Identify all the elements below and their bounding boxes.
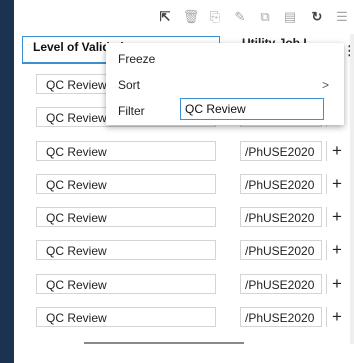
list-icon[interactable]: ☰ <box>334 8 350 24</box>
add-button[interactable]: + <box>326 141 347 161</box>
grid-panel: ⇱ 🗑 ⎘ ✎ ⧉ ▤ ↻ ☰ Level of Validation Util… <box>14 0 354 363</box>
delete-icon[interactable]: 🗑 <box>183 8 200 24</box>
toolbar: ⇱ 🗑 ⎘ ✎ ⧉ ▤ ↻ ☰ <box>14 0 354 32</box>
level-cell[interactable]: QC Review <box>36 174 216 194</box>
level-cell[interactable]: QC Review <box>36 207 216 227</box>
duplicate-icon[interactable]: ⧉ <box>257 8 273 24</box>
table-row: QC Review /PhUSE2020 + <box>14 304 354 330</box>
export-icon[interactable]: ⇱ <box>157 8 173 24</box>
level-cell[interactable]: QC Review <box>36 240 216 260</box>
menu-item-freeze[interactable]: Freeze <box>118 52 155 66</box>
add-button[interactable]: + <box>326 207 347 227</box>
table-row: QC Review /PhUSE2020 + <box>14 237 354 263</box>
path-cell[interactable]: /PhUSE2020 <box>240 307 322 327</box>
copy-icon[interactable]: ⎘ <box>207 8 223 24</box>
level-cell[interactable]: QC Review <box>36 141 216 161</box>
path-cell[interactable]: /PhUSE2020 <box>240 207 322 227</box>
table-row: QC Review /PhUSE2020 + <box>14 271 354 297</box>
vertical-scrollbar[interactable] <box>350 34 354 344</box>
level-cell[interactable]: QC Review <box>36 307 216 327</box>
chevron-right-icon: > <box>322 78 330 92</box>
path-cell[interactable]: /PhUSE2020 <box>240 174 322 194</box>
path-cell[interactable]: /PhUSE2020 <box>240 141 322 161</box>
menu-item-filter: Filter <box>118 104 145 118</box>
add-button[interactable]: + <box>326 174 347 194</box>
menu-item-sort[interactable]: Sort <box>118 78 140 92</box>
add-button[interactable]: + <box>326 240 347 260</box>
add-button[interactable]: + <box>326 274 347 294</box>
horizontal-scrollbar[interactable] <box>84 342 244 344</box>
filter-input[interactable] <box>180 98 324 120</box>
level-cell[interactable]: QC Review <box>36 274 216 294</box>
add-button[interactable]: + <box>326 307 347 327</box>
clipboard-icon[interactable]: ▤ <box>282 8 298 24</box>
column-context-menu: Freeze Sort > Filter <box>106 43 344 125</box>
path-cell[interactable]: /PhUSE2020 <box>240 240 322 260</box>
path-cell[interactable]: /PhUSE2020 <box>240 274 322 294</box>
table-row: QC Review /PhUSE2020 + <box>14 138 354 164</box>
table-row: QC Review /PhUSE2020 + <box>14 204 354 230</box>
edit-icon[interactable]: ✎ <box>232 8 248 24</box>
refresh-icon[interactable]: ↻ <box>309 8 325 24</box>
table-row: QC Review /PhUSE2020 + <box>14 171 354 197</box>
